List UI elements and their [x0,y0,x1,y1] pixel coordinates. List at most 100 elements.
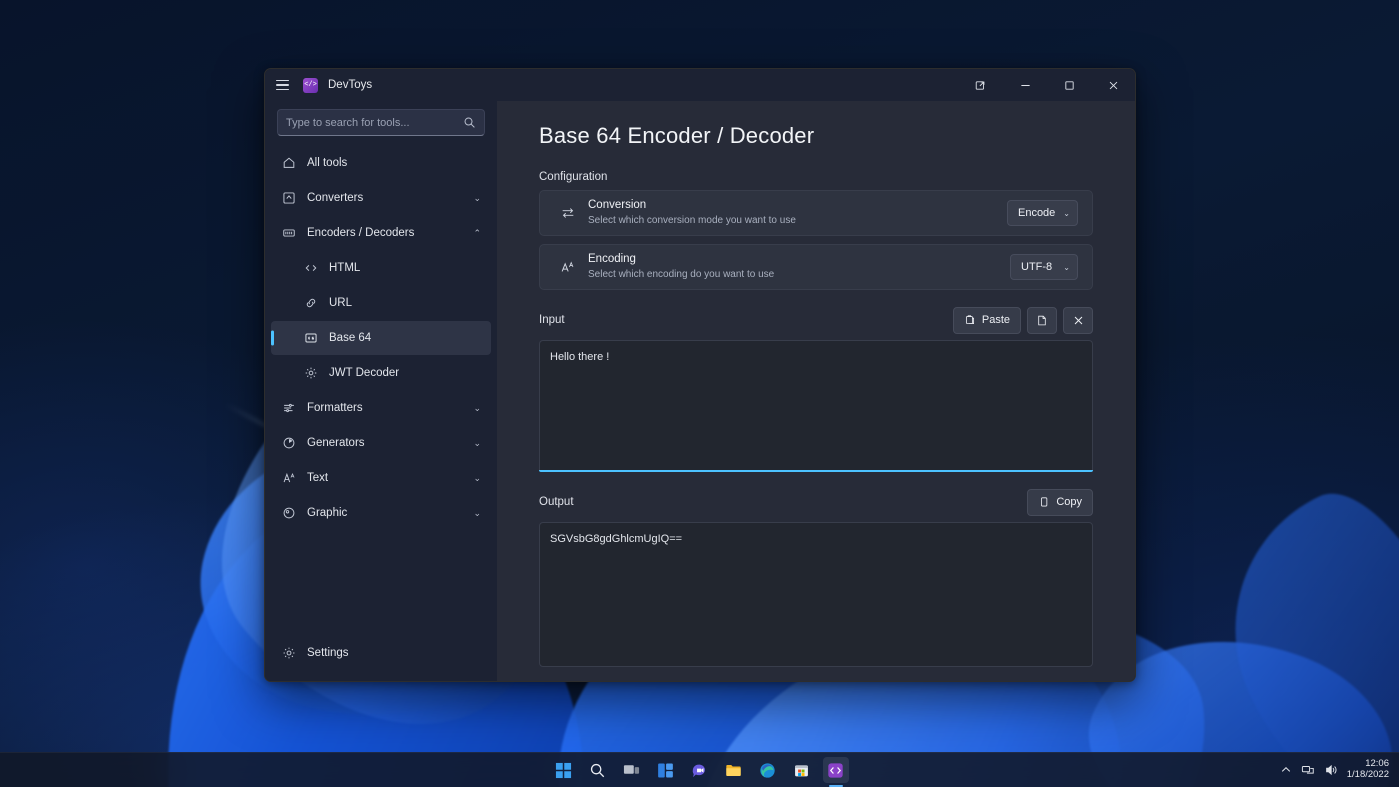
copy-icon [1038,496,1050,508]
paste-button[interactable]: Paste [952,306,1021,334]
taskbar: 12:06 1/18/2022 [0,752,1399,787]
file-icon [1036,314,1048,327]
app-title: DevToys [328,79,373,91]
compact-overlay-icon[interactable] [959,69,1003,101]
input-header: Input Paste [539,306,1093,334]
sidebar-item-generators[interactable]: Generators ⌄ [271,426,491,460]
base64-icon [301,331,321,345]
conversion-dropdown[interactable]: Encode ⌄ [1006,200,1078,226]
chevron-down-icon: ⌄ [1063,208,1070,218]
chevron-up-icon: ⌃ [473,227,481,238]
text-icon [279,471,299,485]
sidebar-item-label: Graphic [307,507,348,519]
sidebar-item-label: All tools [307,157,348,169]
output-header: Output Copy [539,488,1093,516]
navigation-sidebar: All tools Converters ⌄ [265,101,497,681]
code-icon [301,261,321,275]
configuration-label: Configuration [539,171,608,183]
sidebar-item-settings[interactable]: Settings [271,636,491,670]
sidebar-item-label: Generators [307,437,365,449]
config-row-title: Conversion [588,199,647,212]
sidebar-item-formatters[interactable]: Formatters ⌄ [271,391,491,425]
sidebar-item-label: HTML [329,262,361,274]
clock[interactable]: 12:06 1/18/2022 [1346,758,1393,781]
encoding-dropdown-value: UTF-8 [1021,261,1053,273]
link-icon [301,296,321,310]
close-button[interactable] [1091,69,1135,101]
search-button[interactable] [585,757,611,783]
chevron-down-icon: ⌄ [473,192,481,203]
store-button[interactable] [789,757,815,783]
font-icon [556,259,580,275]
open-file-button[interactable] [1027,306,1057,334]
sidebar-item-label: Encoders / Decoders [307,227,415,239]
edge-button[interactable] [755,757,781,783]
sidebar-item-base-64[interactable]: Base 64 [271,321,491,355]
graphic-icon [279,506,299,520]
volume-icon[interactable] [1324,763,1338,777]
encoders-icon [279,226,299,240]
clear-input-button[interactable] [1063,306,1093,334]
paste-button-label: Paste [981,314,1010,326]
window-controls [959,69,1135,101]
search-box[interactable] [277,109,485,136]
sidebar-item-label: JWT Decoder [329,367,400,379]
sidebar-item-label: Settings [307,647,349,659]
jwt-icon [301,366,321,380]
minimize-button[interactable] [1003,69,1047,101]
search-input[interactable] [286,116,463,129]
sidebar-item-label: Converters [307,192,364,204]
home-icon [279,156,299,170]
teams-chat-button[interactable] [687,757,713,783]
start-button[interactable] [551,757,577,783]
clock-date: 1/18/2022 [1346,769,1389,780]
input-textarea[interactable]: Hello there ! [539,340,1093,470]
copy-button-label: Copy [1056,496,1082,508]
sidebar-item-url[interactable]: URL [271,286,491,320]
page-title: Base 64 Encoder / Decoder [539,123,815,148]
input-focus-underline [539,470,1093,472]
maximize-button[interactable] [1047,69,1091,101]
conversion-icon [556,205,580,221]
gear-icon [279,646,299,660]
nav-list: All tools Converters ⌄ Encoders / Decode… [265,146,497,636]
search-icon [463,116,476,129]
close-icon [1073,315,1084,326]
task-view-button[interactable] [619,757,645,783]
sidebar-item-label: URL [329,297,353,309]
chevron-down-icon: ⌄ [473,402,481,413]
devtoys-app-icon: </> [303,77,318,93]
config-row-conversion: Conversion Select which conversion mode … [539,190,1093,236]
sidebar-item-graphic[interactable]: Graphic ⌄ [271,496,491,530]
copy-button[interactable]: Copy [1027,488,1093,516]
input-label: Input [539,314,565,326]
show-hidden-icons-button[interactable] [1280,764,1292,776]
formatters-icon [279,401,299,415]
devtoys-taskbar-button[interactable] [822,757,849,783]
settings-container: Settings [265,636,497,681]
chevron-down-icon: ⌄ [473,507,481,518]
title-bar: </> DevToys [265,69,1135,101]
hamburger-menu-icon[interactable] [265,69,299,101]
encoding-dropdown[interactable]: UTF-8 ⌄ [1010,254,1078,280]
converters-icon [279,191,299,205]
config-row-texts: Conversion Select which conversion mode … [588,198,1007,227]
config-row-texts: Encoding Select which encoding do you wa… [588,252,1010,281]
taskbar-items [551,753,849,787]
input-actions: Paste [952,306,1093,334]
widgets-button[interactable] [653,757,679,783]
search-container [265,105,497,146]
sidebar-item-converters[interactable]: Converters ⌄ [271,181,491,215]
output-textarea[interactable]: SGVsbG8gdGhlcmUgIQ== [539,522,1093,667]
sidebar-item-all-tools[interactable]: All tools [271,146,491,180]
chevron-down-icon: ⌄ [473,437,481,448]
network-icon[interactable] [1301,763,1315,777]
sidebar-item-jwt-decoder[interactable]: JWT Decoder [271,356,491,390]
window-body: All tools Converters ⌄ [265,101,1135,681]
config-row-title: Encoding [588,253,636,266]
sidebar-item-encoders-decoders[interactable]: Encoders / Decoders ⌃ [271,216,491,250]
chevron-down-icon: ⌄ [1063,262,1070,272]
sidebar-item-html[interactable]: HTML [271,251,491,285]
file-explorer-button[interactable] [721,757,747,783]
sidebar-item-text[interactable]: Text ⌄ [271,461,491,495]
